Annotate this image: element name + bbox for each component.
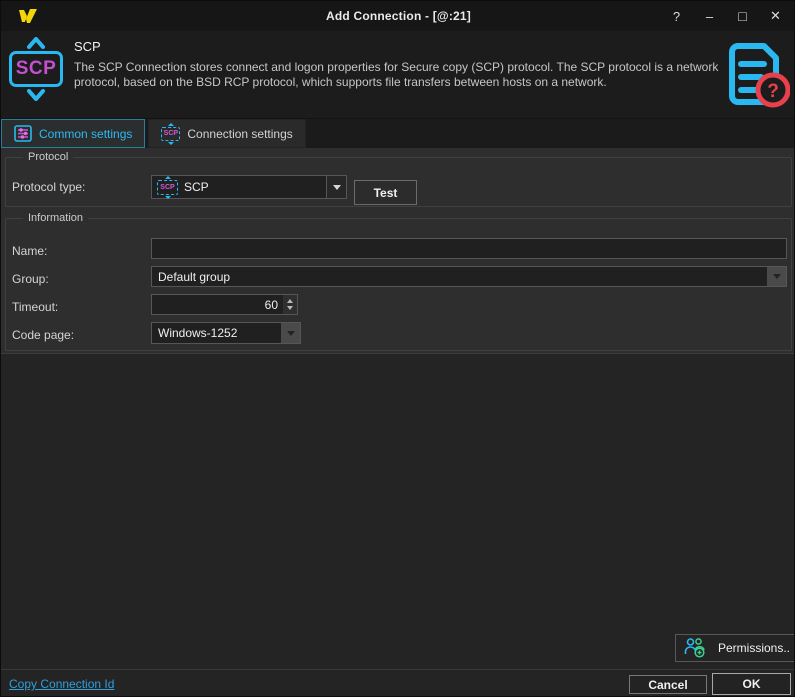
- tab-common-settings[interactable]: Common settings: [1, 119, 146, 148]
- dialog-header: SCP SCP The SCP Connection stores connec…: [1, 31, 794, 119]
- add-connection-dialog: Add Connection - [@:21] ? – □ ✕ SCP SCP …: [0, 0, 795, 697]
- spinner-up-icon[interactable]: [287, 299, 293, 303]
- protocol-type-label: Protocol type:: [12, 180, 86, 194]
- dropdown-button[interactable]: [326, 176, 346, 198]
- group-label: Group:: [12, 272, 49, 286]
- name-label: Name:: [12, 244, 48, 258]
- scp-protocol-badge: SCP: [7, 37, 65, 101]
- codepage-label: Code page:: [12, 328, 75, 342]
- help-button[interactable]: ?: [660, 1, 693, 31]
- permissions-users-icon: [684, 638, 705, 658]
- timeout-spinner[interactable]: [283, 294, 298, 315]
- window-controls: ? – □ ✕: [660, 1, 792, 31]
- permissions-button[interactable]: Permissions..: [675, 634, 794, 662]
- scp-mini-icon: SCP: [161, 122, 181, 145]
- tab-bar: Common settings SCP Connection settings: [1, 119, 794, 148]
- protocol-groupbox: Protocol Protocol type: SCP SCP Test: [5, 151, 792, 207]
- cancel-button[interactable]: Cancel: [629, 675, 707, 694]
- codepage-value: Windows-1252: [158, 326, 238, 340]
- sliders-icon: [14, 125, 32, 142]
- protocol-legend: Protocol: [28, 151, 69, 163]
- ok-button[interactable]: OK: [712, 673, 791, 695]
- protocol-type-combobox[interactable]: SCP SCP: [151, 175, 347, 199]
- help-document-icon: ?: [729, 43, 790, 108]
- svg-text:?: ?: [767, 81, 779, 102]
- protocol-type-value: SCP: [184, 180, 209, 194]
- chevron-down-icon: [332, 184, 341, 190]
- scp-badge-text: SCP: [9, 51, 63, 87]
- chevron-up-icon: [27, 37, 45, 49]
- group-combobox[interactable]: Default group: [151, 266, 787, 287]
- header-description: The SCP Connection stores connect and lo…: [74, 60, 719, 89]
- group-value: Default group: [158, 269, 231, 284]
- information-legend: Information: [28, 212, 84, 224]
- name-input[interactable]: [151, 238, 787, 259]
- maximize-button[interactable]: □: [726, 1, 759, 31]
- footer-divider: [1, 669, 794, 670]
- titlebar: Add Connection - [@:21] ? – □ ✕: [1, 1, 794, 31]
- header-title: SCP: [74, 39, 101, 54]
- common-settings-panel: Protocol Protocol type: SCP SCP Test Inf…: [1, 148, 794, 354]
- codepage-combobox[interactable]: Windows-1252: [151, 322, 301, 344]
- permissions-label: Permissions..: [718, 641, 791, 655]
- chevron-down-icon: [772, 274, 781, 279]
- close-button[interactable]: ✕: [759, 1, 792, 31]
- tab-label: Common settings: [39, 126, 133, 141]
- timeout-label: Timeout:: [12, 300, 59, 314]
- copy-connection-id-link[interactable]: Copy Connection Id: [9, 677, 114, 691]
- chevron-down-icon: [286, 330, 295, 336]
- information-groupbox: Information Name: Group: Default group T…: [5, 212, 792, 351]
- spinner-down-icon[interactable]: [287, 306, 293, 310]
- dropdown-button[interactable]: [767, 267, 786, 286]
- dropdown-button[interactable]: [281, 323, 300, 343]
- chevron-down-icon: [27, 89, 45, 101]
- test-button[interactable]: Test: [354, 180, 417, 205]
- scp-mini-icon: SCP: [157, 175, 178, 199]
- tab-connection-settings[interactable]: SCP Connection settings: [148, 119, 306, 148]
- minimize-button[interactable]: –: [693, 1, 726, 31]
- timeout-input[interactable]: [151, 294, 284, 315]
- tab-label: Connection settings: [187, 126, 293, 141]
